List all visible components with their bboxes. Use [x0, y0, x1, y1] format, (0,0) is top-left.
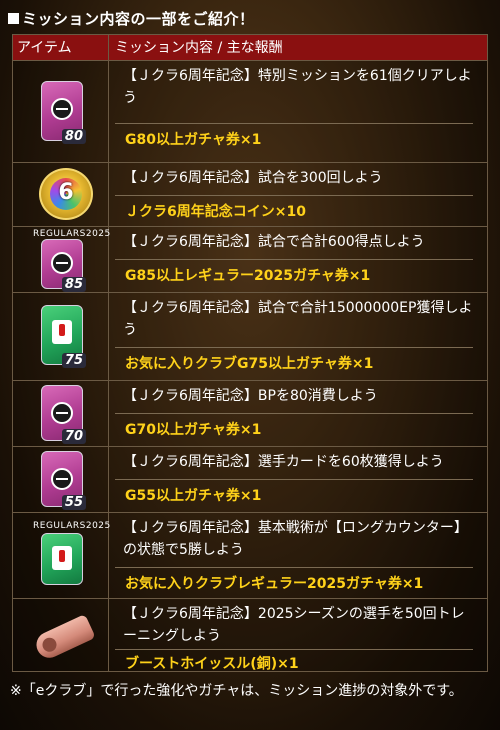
- item-cell: REGULARS2025 85: [13, 227, 111, 292]
- pink-ticket-icon: 70: [41, 385, 86, 444]
- table-row: 70 【Ｊクラ6周年記念】BPを80消費しよう G70以上ガチャ券×1: [13, 381, 487, 447]
- table-row: 6 【Ｊクラ6周年記念】試合を300回しよう Ｊクラ6周年記念コイン×10: [13, 163, 487, 227]
- mission-cell: 【Ｊクラ6周年記念】試合で合計15000000EP獲得しよう お気に入りクラブG…: [109, 293, 487, 380]
- section-heading-text: ミッション内容の一部をご紹介！: [22, 10, 255, 28]
- pink-ticket-icon: 80: [41, 81, 86, 144]
- regulars-label: REGULARS2025: [33, 521, 111, 531]
- table-row: 【Ｊクラ6周年記念】2025シーズンの選手を50回トレーニングしよう ブーストホ…: [13, 599, 487, 672]
- green-ticket-icon: [41, 533, 83, 585]
- mission-cell: 【Ｊクラ6周年記念】試合を300回しよう Ｊクラ6周年記念コイン×10: [109, 163, 487, 226]
- mission-reward: G85以上レギュラー2025ガチャ券×1: [125, 268, 371, 284]
- mission-description: 【Ｊクラ6周年記念】試合で合計15000000EP獲得しよう: [123, 300, 473, 338]
- mission-description: 【Ｊクラ6周年記念】特別ミッションを61個クリアしよう: [123, 68, 472, 106]
- table-header: アイテム ミッション内容 / 主な報酬: [13, 35, 487, 61]
- green-ticket-icon: 75: [41, 305, 86, 368]
- footnote: ※「eクラブ」で行った強化やガチャは、ミッション進捗の対象外です。: [10, 683, 463, 699]
- header-item: アイテム: [13, 35, 109, 60]
- mission-table: アイテム ミッション内容 / 主な報酬 80 【Ｊクラ6周年記念】特別ミッション…: [12, 34, 488, 672]
- item-cell: 75: [13, 293, 109, 380]
- table-row: 80 【Ｊクラ6周年記念】特別ミッションを61個クリアしよう G80以上ガチャ券…: [13, 61, 487, 163]
- mission-reward: G55以上ガチャ券×1: [125, 488, 262, 504]
- mission-cell: 【Ｊクラ6周年記念】2025シーズンの選手を50回トレーニングしよう ブーストホ…: [109, 599, 487, 672]
- mission-reward: ブーストホイッスル(銅)×1: [125, 656, 299, 672]
- mission-description: 【Ｊクラ6周年記念】選手カードを60枚獲得しよう: [123, 454, 444, 470]
- mission-description: 【Ｊクラ6周年記念】試合で合計600得点しよう: [123, 234, 425, 250]
- item-cell: 6: [13, 163, 109, 226]
- mission-reward: Ｊクラ6周年記念コイン×10: [125, 204, 306, 220]
- mission-cell: 【Ｊクラ6周年記念】試合で合計600得点しよう G85以上レギュラー2025ガチ…: [109, 227, 487, 292]
- mission-cell: 【Ｊクラ6周年記念】特別ミッションを61個クリアしよう G80以上ガチャ券×1: [109, 61, 487, 162]
- table-row: 75 【Ｊクラ6周年記念】試合で合計15000000EP獲得しよう お気に入りク…: [13, 293, 487, 381]
- mission-reward: G80以上ガチャ券×1: [125, 132, 262, 148]
- table-row: 55 【Ｊクラ6周年記念】選手カードを60枚獲得しよう G55以上ガチャ券×1: [13, 447, 487, 513]
- item-cell: 80: [13, 61, 109, 162]
- item-cell: 70: [13, 381, 109, 446]
- table-row: REGULARS2025 【Ｊクラ6周年記念】基本戦術が【ロングカウンター】の状…: [13, 513, 487, 599]
- mission-reward: お気に入りクラブレギュラー2025ガチャ券×1: [125, 576, 424, 592]
- item-cell: [13, 599, 109, 671]
- mission-cell: 【Ｊクラ6周年記念】BPを80消費しよう G70以上ガチャ券×1: [109, 381, 487, 446]
- mission-description: 【Ｊクラ6周年記念】試合を300回しよう: [123, 170, 383, 186]
- mission-cell: 【Ｊクラ6周年記念】基本戦術が【ロングカウンター】の状態で5勝しよう お気に入り…: [109, 513, 487, 598]
- mission-cell: 【Ｊクラ6周年記念】選手カードを60枚獲得しよう G55以上ガチャ券×1: [109, 447, 487, 512]
- regulars-label: REGULARS2025: [33, 229, 111, 239]
- mission-reward: お気に入りクラブG75以上ガチャ券×1: [125, 356, 374, 372]
- anniversary-coin-icon: 6: [39, 168, 93, 220]
- whistle-icon: [32, 613, 96, 663]
- item-cell: 55: [13, 447, 109, 512]
- mission-description: 【Ｊクラ6周年記念】基本戦術が【ロングカウンター】の状態で5勝しよう: [123, 520, 468, 558]
- section-heading: ミッション内容の一部をご紹介！: [8, 8, 255, 30]
- pink-ticket-icon: 85: [41, 239, 86, 292]
- mission-reward: G70以上ガチャ券×1: [125, 422, 262, 438]
- mission-description: 【Ｊクラ6周年記念】BPを80消費しよう: [123, 388, 378, 404]
- header-mission: ミッション内容 / 主な報酬: [115, 40, 283, 56]
- table-row: REGULARS2025 85 【Ｊクラ6周年記念】試合で合計600得点しよう …: [13, 227, 487, 293]
- mission-description: 【Ｊクラ6周年記念】2025シーズンの選手を50回トレーニングしよう: [123, 606, 465, 644]
- pink-ticket-icon: 55: [41, 451, 86, 510]
- item-cell: REGULARS2025: [13, 513, 111, 598]
